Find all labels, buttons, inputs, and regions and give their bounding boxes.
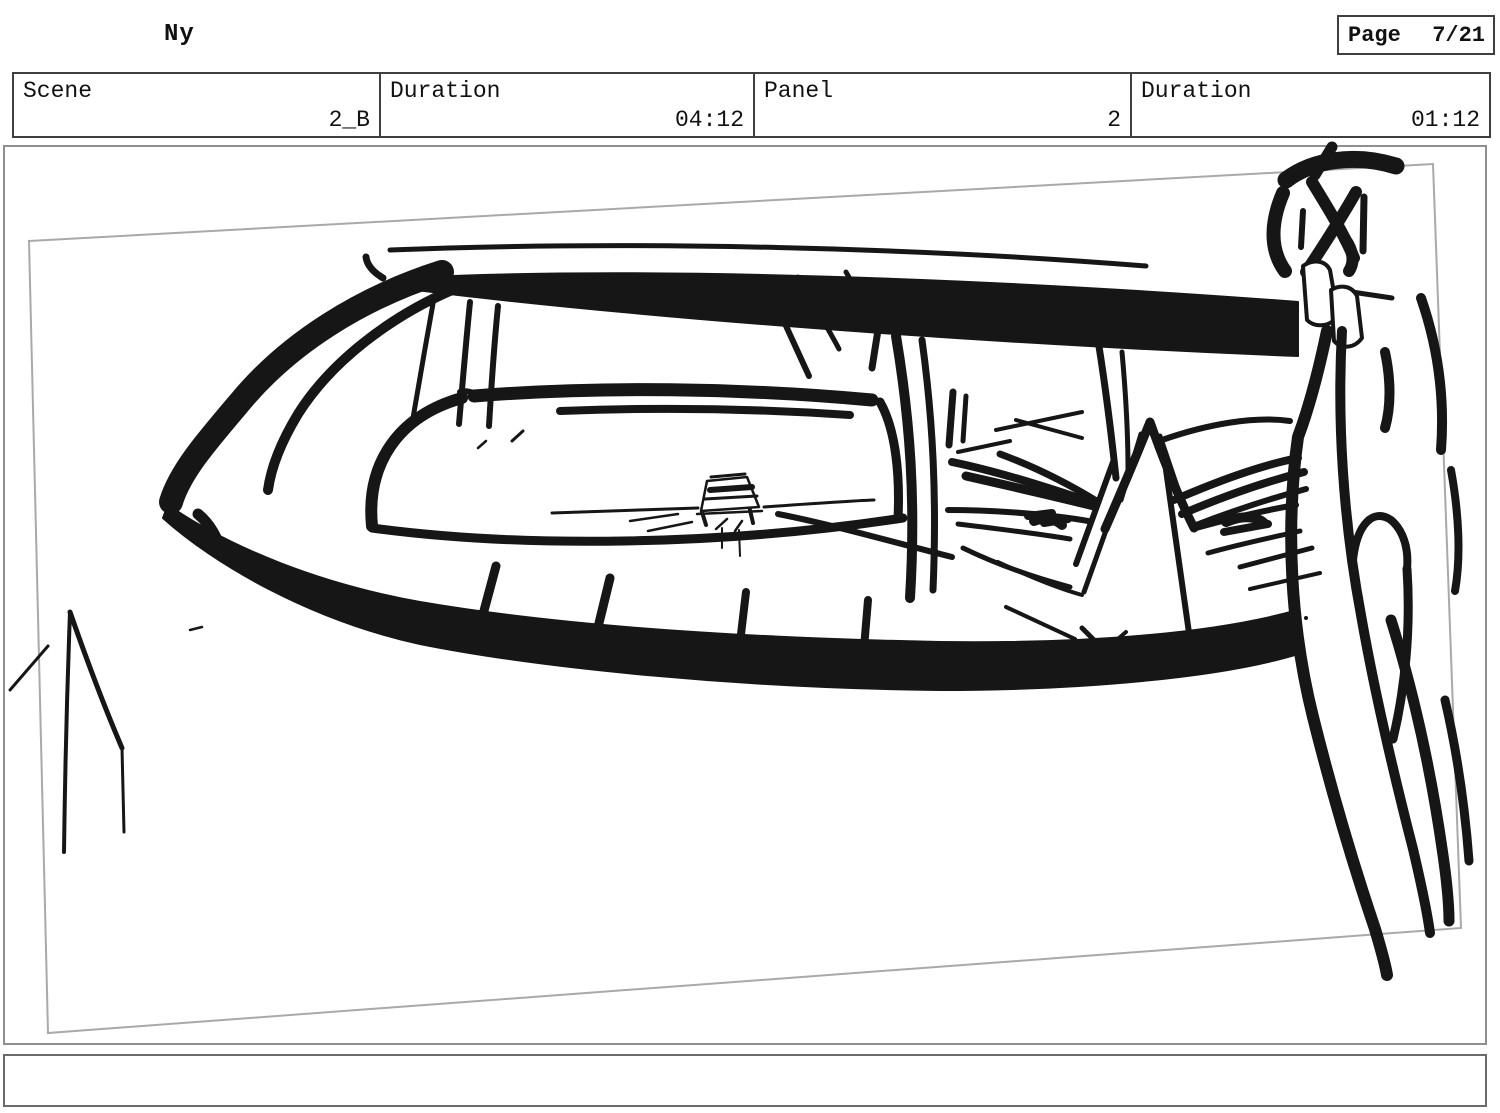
panel-duration-value: 01:12: [1411, 107, 1480, 133]
page-label: Page: [1348, 23, 1401, 48]
storyboard-page: { "header": { "title": "Ny", "page_box":…: [0, 0, 1500, 1113]
panel-duration-label: Duration: [1141, 78, 1251, 104]
storyboard-panel-frame: [3, 145, 1487, 1045]
panel-cell: Panel 2: [753, 74, 1130, 136]
panel-value: 2: [1107, 107, 1121, 133]
scene-cell: Scene 2_B: [14, 74, 379, 136]
scene-duration-label: Duration: [390, 78, 500, 104]
page-title: Ny: [164, 21, 195, 48]
scene-label: Scene: [23, 78, 92, 104]
page-number-box: Page 7/21: [1337, 15, 1495, 55]
info-row: Scene 2_B Duration 04:12 Panel 2 Duratio…: [12, 72, 1491, 138]
caption-box: [3, 1054, 1487, 1107]
scene-duration-value: 04:12: [675, 107, 744, 133]
page-value: 7/21: [1432, 23, 1485, 48]
scene-value: 2_B: [329, 107, 370, 133]
panel-duration-cell: Duration 01:12: [1130, 74, 1489, 136]
panel-label: Panel: [764, 78, 833, 104]
scene-duration-cell: Duration 04:12: [379, 74, 753, 136]
